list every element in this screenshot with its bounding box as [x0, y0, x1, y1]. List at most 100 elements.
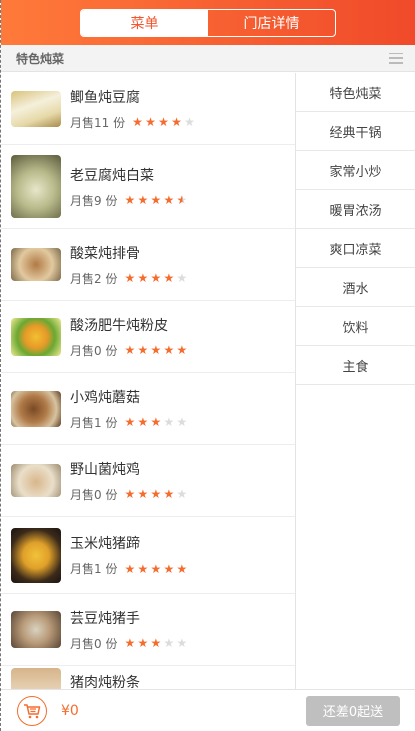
monthly-sales: 月售11 份 [70, 115, 126, 130]
dish-info: 芸豆炖猪手 月售0 份 ★ ★ ★ ★ ★ [70, 608, 189, 652]
star-icon: ★ [176, 636, 188, 650]
dish-thumbnail [11, 155, 61, 218]
dish-row[interactable]: 野山菌炖鸡 月售0 份 ★ ★ ★ ★ ★ [1, 445, 295, 517]
category-title: 特色炖菜 [16, 51, 65, 66]
dish-row[interactable]: 酸菜炖排骨 月售2 份 ★ ★ ★ ★ ★ [1, 229, 295, 301]
category-item[interactable]: 爽口凉菜 [296, 229, 415, 268]
dish-info: 老豆腐炖白菜 月售9 份 ★ ★ ★ ★ ★ [70, 165, 189, 209]
star-icon: ★ [137, 343, 149, 357]
star-icon: ★ [184, 115, 195, 129]
dish-row[interactable]: 芸豆炖猪手 月售0 份 ★ ★ ★ ★ ★ [1, 594, 295, 666]
category-sidebar: 特色炖菜 经典干锅 家常小炒 暖胃浓汤 爽口凉菜 酒水 饮料 主食 [296, 73, 415, 689]
dish-name: 芸豆炖猪手 [70, 610, 140, 627]
star-icon: ★ [137, 636, 149, 650]
rating-stars: ★ ★ ★ ★ ★ [124, 344, 189, 356]
dish-name: 猪肉炖粉条 [70, 675, 140, 689]
tab-menu[interactable]: 菜单 [81, 9, 208, 36]
dish-name: 酸汤肥牛炖粉皮 [70, 317, 168, 334]
star-icon: ★ [124, 487, 136, 501]
dish-row[interactable]: 酸汤肥牛炖粉皮月售0 份 ★ ★ ★ ★ ★ [1, 301, 295, 373]
dish-thumbnail [11, 317, 61, 356]
star-icon: ★ [176, 343, 188, 357]
list-icon[interactable] [389, 52, 403, 64]
star-icon: ★ [176, 415, 188, 429]
monthly-sales: 月售9 份 [70, 193, 118, 208]
star-icon: ★ [163, 487, 175, 501]
dish-row[interactable]: 小鸡炖蘑菇月售1 份 ★ ★ ★ ★ ★ [1, 373, 295, 445]
rating-stars: ★ ★ ★ ★ ★ [124, 416, 189, 428]
star-icon: ★ [137, 561, 149, 576]
dish-list[interactable]: 鲫鱼炖豆腐 月售11 份 ★ ★ ★ ★ ★ 老豆腐炖白菜 月售9 份 ★ ★ ★ ★ ★ 酸菜炖排骨 月售2… [1, 73, 296, 689]
dish-thumbnail [11, 248, 61, 281]
star-icon: ★ [150, 193, 162, 207]
segmented-control: 菜单 门店详情 [80, 8, 336, 37]
dish-meta: 月售0 份 ★ ★ ★ ★ ★ [70, 342, 189, 359]
dish-name: 小鸡炖蘑菇 [70, 389, 140, 406]
dish-thumbnail [11, 90, 61, 127]
dish-name: 玉米炖猪蹄 [70, 536, 140, 552]
category-header: 特色炖菜 [1, 45, 415, 72]
star-icon: ★ [163, 561, 175, 576]
dish-row[interactable]: 猪肉炖粉条 [1, 666, 295, 689]
monthly-sales: 月售1 份 [70, 562, 118, 576]
star-icon: ★ [132, 115, 143, 129]
cart-bar: ¥0 还差0起送 [1, 689, 415, 731]
dish-name: 鲫鱼炖豆腐 [70, 89, 140, 106]
star-icon: ★ [163, 415, 175, 429]
tab-store-details[interactable]: 门店详情 [208, 10, 335, 36]
star-icon: ★ [150, 487, 162, 501]
dish-info: 野山菌炖鸡 月售0 份 ★ ★ ★ ★ ★ [70, 459, 189, 503]
star-icon: ★ [150, 343, 162, 357]
star-icon: ★ [124, 636, 136, 650]
star-icon: ★ [124, 561, 136, 576]
category-item[interactable]: 主食 [296, 346, 415, 385]
dish-meta: 月售2 份 ★ ★ ★ ★ ★ [70, 270, 189, 287]
dish-meta: 月售11 份 ★ ★ ★ ★ ★ [70, 114, 197, 131]
dish-row[interactable]: 玉米炖猪蹄 月售1 份 ★ ★ ★ ★ ★ [1, 517, 295, 594]
dish-meta: 月售0 份 ★ ★ ★ ★ ★ [70, 486, 189, 503]
category-item[interactable]: 酒水 [296, 268, 415, 307]
cart-icon [24, 703, 41, 718]
dish-info: 玉米炖猪蹄 月售1 份 ★ ★ ★ ★ ★ [70, 533, 189, 577]
rating-stars: ★ ★ ★ ★ ★ [124, 272, 189, 284]
dish-info: 酸菜炖排骨 月售2 份 ★ ★ ★ ★ ★ [70, 243, 189, 287]
star-icon: ★ [176, 487, 188, 501]
star-icon: ★ [137, 271, 149, 285]
monthly-sales: 月售0 份 [70, 636, 118, 651]
dish-info: 小鸡炖蘑菇月售1 份 ★ ★ ★ ★ ★ [70, 387, 189, 431]
star-icon: ★ [137, 487, 149, 501]
monthly-sales: 月售1 份 [70, 415, 118, 430]
star-icon: ★ [150, 561, 162, 576]
cart-button[interactable] [17, 695, 47, 726]
star-icon: ★ [124, 271, 136, 285]
category-item[interactable]: 特色炖菜 [296, 73, 415, 112]
dish-info: 酸汤肥牛炖粉皮月售0 份 ★ ★ ★ ★ ★ [70, 315, 189, 359]
category-item[interactable]: 饮料 [296, 307, 415, 346]
dish-name: 老豆腐炖白菜 [70, 167, 154, 184]
dish-row[interactable]: 老豆腐炖白菜 月售9 份 ★ ★ ★ ★ ★ [1, 145, 295, 229]
star-icon: ★ [163, 271, 175, 285]
star-icon: ★ [137, 415, 149, 429]
menu-page: 菜单 门店详情 特色炖菜 鲫鱼炖豆腐 月售11 份 ★ ★ ★ ★ ★ 老豆腐炖白菜 月售9 份… [0, 0, 415, 731]
category-item[interactable]: 经典干锅 [296, 112, 415, 151]
star-icon: ★ [137, 193, 149, 207]
star-icon: ★ [150, 636, 162, 650]
star-icon: ★ [171, 115, 182, 129]
dish-thumbnail [11, 390, 61, 427]
star-icon: ★ [158, 115, 169, 129]
star-icon: ★ [176, 194, 189, 206]
star-icon: ★ [124, 415, 136, 429]
content: 鲫鱼炖豆腐 月售11 份 ★ ★ ★ ★ ★ 老豆腐炖白菜 月售9 份 ★ ★ ★ ★ ★ 酸菜炖排骨 月售2… [1, 73, 415, 689]
star-icon: ★ [124, 343, 136, 357]
checkout-button[interactable]: 还差0起送 [306, 695, 400, 726]
category-item[interactable]: 家常小炒 [296, 151, 415, 190]
star-icon: ★ [150, 271, 162, 285]
header: 菜单 门店详情 [1, 0, 415, 45]
rating-stars: ★ ★ ★ ★ ★ [132, 116, 197, 128]
dish-row[interactable]: 鲫鱼炖豆腐月售11 份 ★ ★ ★ ★ ★ [1, 73, 295, 145]
star-icon: ★ [124, 193, 136, 207]
category-item[interactable]: 暖胃浓汤 [296, 190, 415, 229]
dish-thumbnail [11, 527, 61, 583]
star-icon: ★ [176, 271, 188, 285]
dish-thumbnail [11, 611, 61, 648]
